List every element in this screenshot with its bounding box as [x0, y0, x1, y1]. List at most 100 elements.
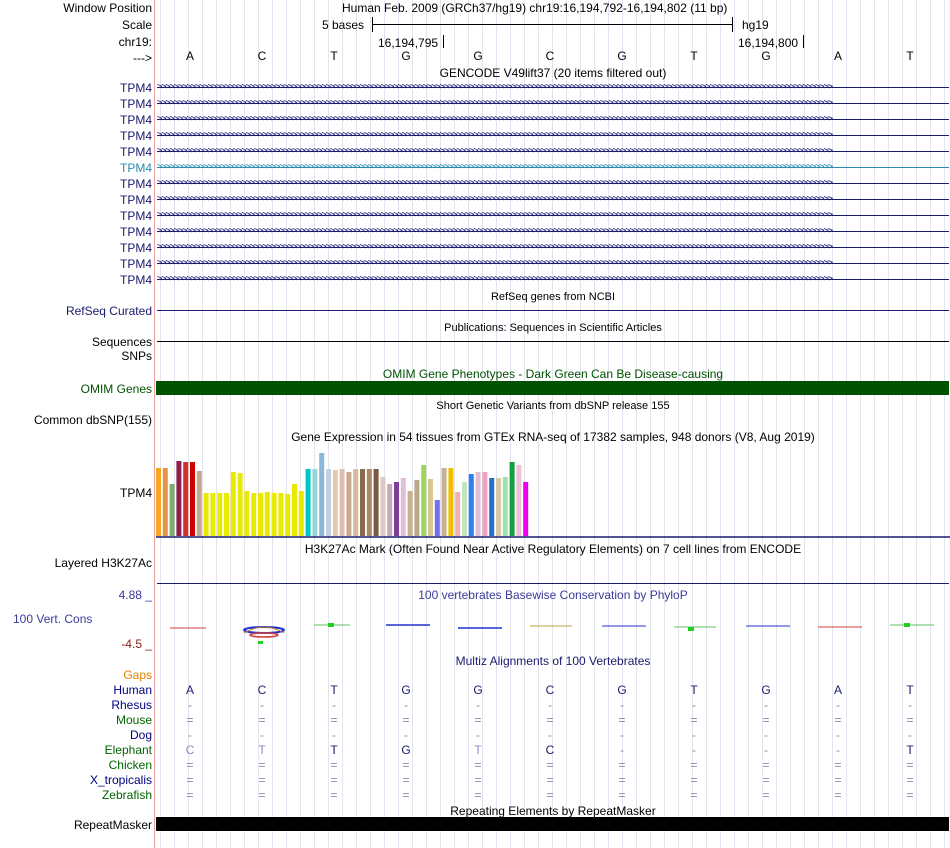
- gencode-transcript-label[interactable]: TPM4: [0, 177, 152, 191]
- gtex-tissue-bar[interactable]: [332, 470, 338, 536]
- gtex-tissue-bar[interactable]: [523, 482, 529, 536]
- species-label[interactable]: Elephant: [0, 743, 152, 757]
- gtex-tissue-bar[interactable]: [496, 478, 501, 536]
- gtex-tissue-bar[interactable]: [394, 482, 399, 536]
- gtex-tissue-bar[interactable]: [190, 462, 195, 536]
- gencode-transcript-label[interactable]: TPM4: [0, 257, 152, 271]
- gencode-transcript-label[interactable]: TPM4: [0, 129, 152, 143]
- dbsnp-track-label[interactable]: Common dbSNP(155): [0, 413, 152, 427]
- phylop-conservation-plot[interactable]: [156, 615, 950, 650]
- gtex-expression-chart[interactable]: [156, 444, 950, 538]
- gtex-tissue-bar[interactable]: [244, 491, 250, 536]
- gtex-tissue-bar[interactable]: [346, 472, 352, 536]
- species-label[interactable]: Zebrafish: [0, 788, 152, 802]
- gtex-tissue-bar[interactable]: [258, 493, 263, 536]
- publications-track-label[interactable]: Sequences: [0, 335, 152, 349]
- gencode-transcript-label[interactable]: TPM4: [0, 193, 152, 207]
- gtex-tissue-bar[interactable]: [509, 462, 515, 536]
- repeatmasker-bar[interactable]: [156, 817, 949, 831]
- h3k27ac-track-label[interactable]: Layered H3K27Ac: [0, 556, 152, 570]
- gtex-tissue-bar[interactable]: [230, 472, 236, 536]
- gtex-tissue-bar[interactable]: [210, 493, 216, 536]
- gtex-tissue-bar[interactable]: [264, 492, 270, 536]
- repeatmasker-track-label[interactable]: RepeatMasker: [0, 818, 152, 832]
- gencode-transcript-label[interactable]: TPM4: [0, 209, 152, 223]
- gtex-tissue-bar[interactable]: [387, 484, 393, 536]
- gtex-tissue-bar[interactable]: [156, 468, 161, 536]
- gtex-tissue-bar[interactable]: [400, 478, 406, 536]
- gtex-tissue-bar[interactable]: [292, 484, 297, 536]
- gtex-tissue-bar[interactable]: [312, 469, 318, 536]
- gtex-tissue-bar[interactable]: [441, 468, 447, 536]
- gtex-tissue-bar[interactable]: [203, 493, 209, 536]
- gencode-transcript-label[interactable]: TPM4: [0, 225, 152, 239]
- gencode-transcript-label[interactable]: TPM4: [0, 81, 152, 95]
- gtex-tissue-bar[interactable]: [360, 469, 365, 536]
- gtex-tissue-bar[interactable]: [434, 500, 440, 536]
- species-label[interactable]: Dog: [0, 728, 152, 742]
- gencode-transcript-label[interactable]: TPM4: [0, 97, 152, 111]
- omim-track-label[interactable]: OMIM Genes: [0, 382, 152, 396]
- gtex-tissue-bar[interactable]: [455, 492, 461, 536]
- gtex-tissue-bar[interactable]: [489, 478, 495, 536]
- gtex-tissue-bar[interactable]: [271, 493, 277, 536]
- gtex-tissue-bar[interactable]: [285, 494, 291, 536]
- gtex-tissue-bar[interactable]: [448, 468, 454, 536]
- species-label[interactable]: Human: [0, 683, 152, 697]
- gtex-tissue-bar[interactable]: [475, 472, 481, 536]
- gtex-tissue-bar[interactable]: [373, 469, 379, 536]
- gtex-tissue-bar[interactable]: [339, 469, 345, 536]
- gencode-transcript-label[interactable]: TPM4: [0, 273, 152, 287]
- gtex-tissue-bar[interactable]: [176, 461, 182, 536]
- gencode-transcript-label[interactable]: TPM4: [0, 161, 152, 175]
- species-label[interactable]: X_tropicalis: [0, 773, 152, 787]
- alignment-base: C: [545, 743, 555, 757]
- gtex-tissue-bar[interactable]: [217, 493, 223, 536]
- species-label[interactable]: Chicken: [0, 758, 152, 772]
- gtex-track-label[interactable]: TPM4: [0, 486, 152, 500]
- gtex-tissue-bar[interactable]: [414, 480, 420, 536]
- gtex-tissue-bar[interactable]: [407, 491, 413, 536]
- gtex-tissue-bar[interactable]: [298, 491, 304, 536]
- alignment-base: =: [618, 788, 626, 802]
- gtex-tissue-bar[interactable]: [251, 493, 257, 536]
- gencode-transcript-label[interactable]: TPM4: [0, 241, 152, 255]
- position-text[interactable]: Human Feb. 2009 (GRCh37/hg19) chr19:16,1…: [342, 1, 727, 15]
- species-label[interactable]: Mouse: [0, 713, 152, 727]
- alignment-base: =: [906, 713, 914, 727]
- gencode-transcript-label[interactable]: TPM4: [0, 113, 152, 127]
- gtex-tissue-bar[interactable]: [462, 482, 467, 536]
- gencode-track-title[interactable]: GENCODE V49lift37 (20 items filtered out…: [156, 66, 950, 80]
- gtex-tissue-bar[interactable]: [278, 493, 284, 536]
- alignment-base: =: [258, 773, 266, 787]
- species-label[interactable]: Rhesus: [0, 698, 152, 712]
- gtex-tissue-bar[interactable]: [305, 469, 311, 536]
- refseq-gene-line[interactable]: [157, 310, 949, 311]
- gtex-tissue-bar[interactable]: [516, 465, 522, 536]
- gtex-tissue-bar[interactable]: [468, 474, 474, 536]
- gencode-strand-arrows: >>>>>>>>>>>>>>>>>>>>>>>>>>>>>>>>>>>>>>>>…: [157, 116, 833, 123]
- repeatmasker-track-title: Repeating Elements by RepeatMasker: [450, 804, 656, 818]
- gtex-tissue-bar[interactable]: [366, 469, 372, 536]
- refseq-track-label[interactable]: RefSeq Curated: [0, 304, 152, 318]
- phylop-track-label[interactable]: 100 Vert. Cons: [13, 612, 92, 626]
- phylop-min-label: -4.5 _: [121, 637, 152, 651]
- gtex-tissue-bar[interactable]: [421, 465, 427, 536]
- gtex-tissue-bar[interactable]: [237, 473, 243, 536]
- gencode-transcript-label[interactable]: TPM4: [0, 145, 152, 159]
- publications-line[interactable]: [157, 341, 949, 342]
- gtex-tissue-bar[interactable]: [353, 469, 359, 536]
- alignment-base: -: [620, 698, 624, 712]
- gtex-tissue-bar[interactable]: [326, 469, 331, 536]
- gtex-tissue-bar[interactable]: [482, 472, 488, 536]
- gtex-tissue-bar[interactable]: [502, 477, 508, 536]
- gtex-tissue-bar[interactable]: [169, 484, 175, 536]
- gtex-tissue-bar[interactable]: [380, 477, 386, 536]
- gtex-tissue-bar[interactable]: [183, 462, 189, 536]
- gtex-tissue-bar[interactable]: [224, 493, 229, 536]
- gtex-tissue-bar[interactable]: [162, 468, 168, 536]
- omim-gene-bar[interactable]: [156, 381, 949, 395]
- gtex-tissue-bar[interactable]: [319, 453, 325, 536]
- gtex-tissue-bar[interactable]: [196, 471, 202, 536]
- gtex-tissue-bar[interactable]: [428, 479, 433, 536]
